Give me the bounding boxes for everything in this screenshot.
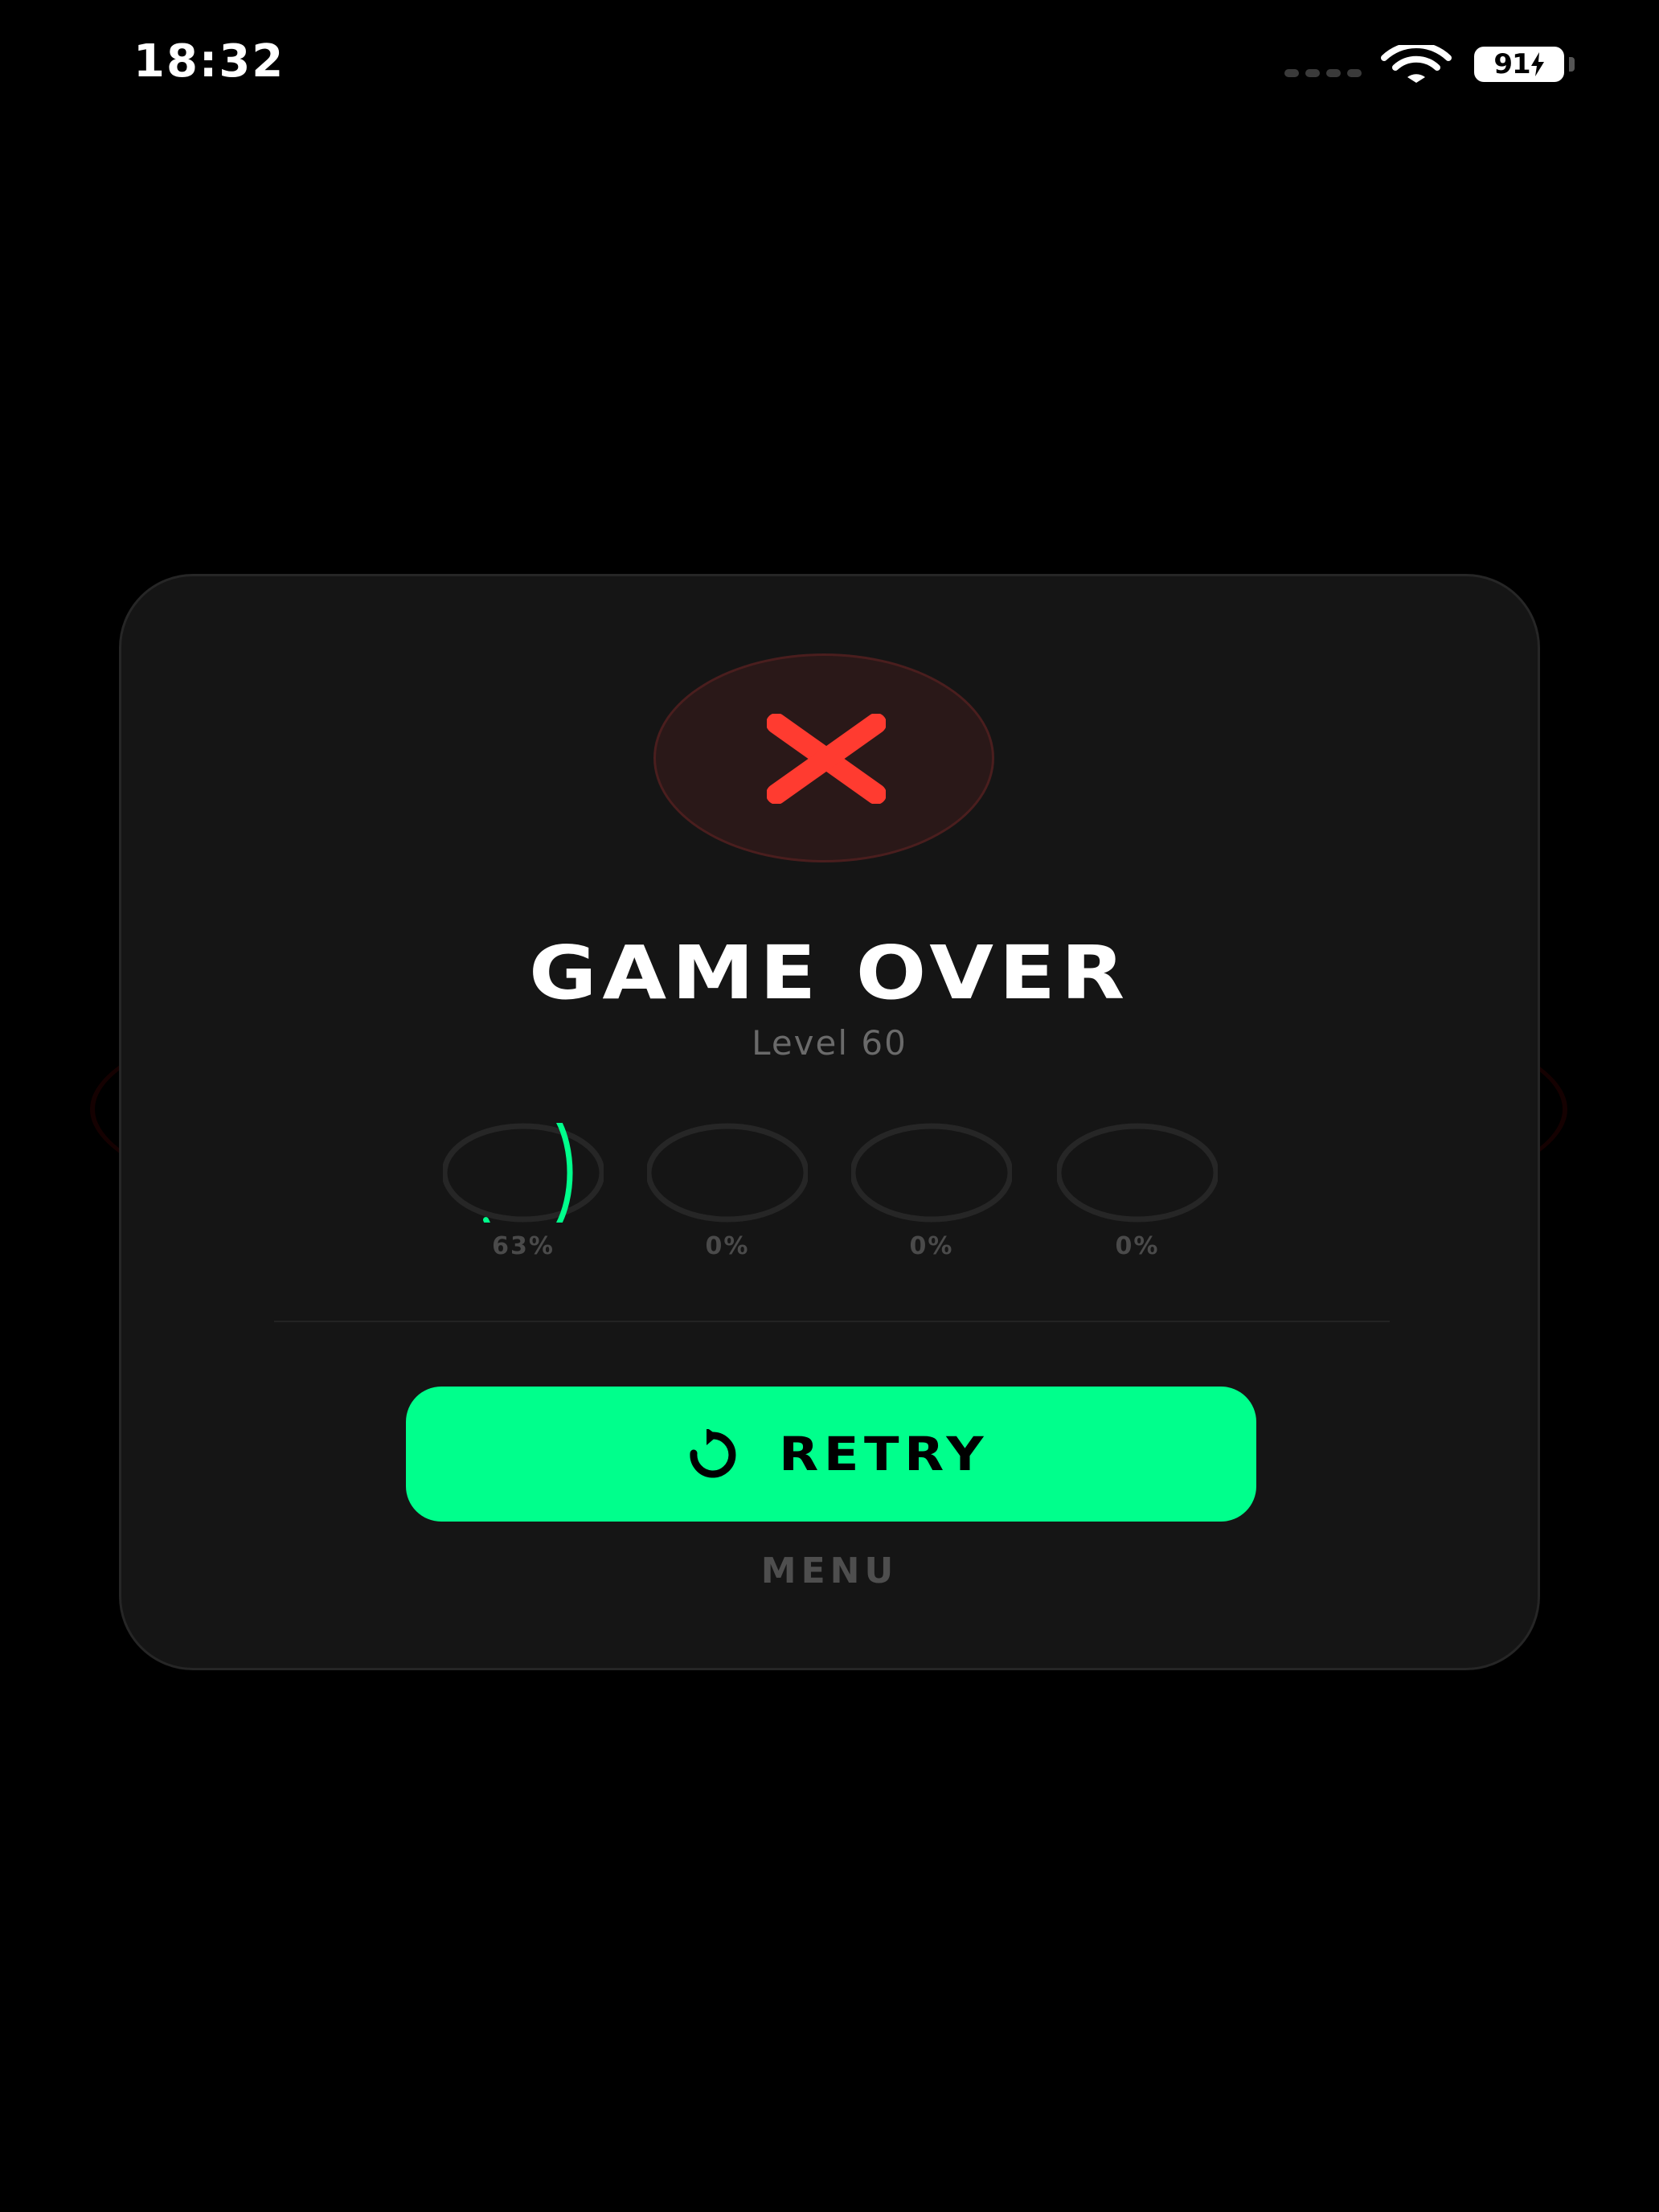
bolt-icon — [1530, 52, 1544, 76]
ring-label: 0% — [1115, 1232, 1160, 1260]
progress-ring: 0% — [851, 1123, 1012, 1284]
progress-ring: 63% — [443, 1123, 604, 1284]
status-time: 18:32 — [133, 35, 285, 88]
ring-label: 63% — [492, 1232, 555, 1260]
progress-ring: 0% — [1057, 1123, 1218, 1284]
menu-button[interactable]: MENU — [121, 1550, 1538, 1591]
ring-graphic — [647, 1123, 808, 1223]
retry-button[interactable]: RETRY — [406, 1387, 1256, 1522]
divider — [274, 1321, 1390, 1322]
dialog-title: GAME OVER — [529, 930, 1130, 1016]
wifi-icon — [1381, 45, 1452, 83]
signal-icon — [1284, 69, 1362, 77]
ring-label: 0% — [705, 1232, 750, 1260]
progress-rings: 63% 0% 0% 0% — [121, 1123, 1538, 1284]
battery-level: 91 — [1493, 48, 1530, 80]
ring-graphic — [443, 1123, 604, 1223]
ring-graphic — [1057, 1123, 1218, 1223]
fail-badge — [653, 653, 994, 862]
retry-icon — [690, 1429, 736, 1478]
progress-ring: 0% — [647, 1123, 808, 1284]
ring-graphic — [851, 1123, 1012, 1223]
ring-fill — [473, 1123, 573, 1223]
game-over-dialog: GAME OVER Level 60 63% 0% 0% 0% RETRY ME… — [119, 574, 1540, 1670]
close-icon — [767, 714, 886, 804]
battery-icon: 91 — [1474, 47, 1564, 82]
battery-nub — [1569, 57, 1575, 72]
level-label: Level 60 — [752, 1023, 907, 1063]
ring-label: 0% — [909, 1232, 954, 1260]
retry-label: RETRY — [779, 1427, 989, 1481]
